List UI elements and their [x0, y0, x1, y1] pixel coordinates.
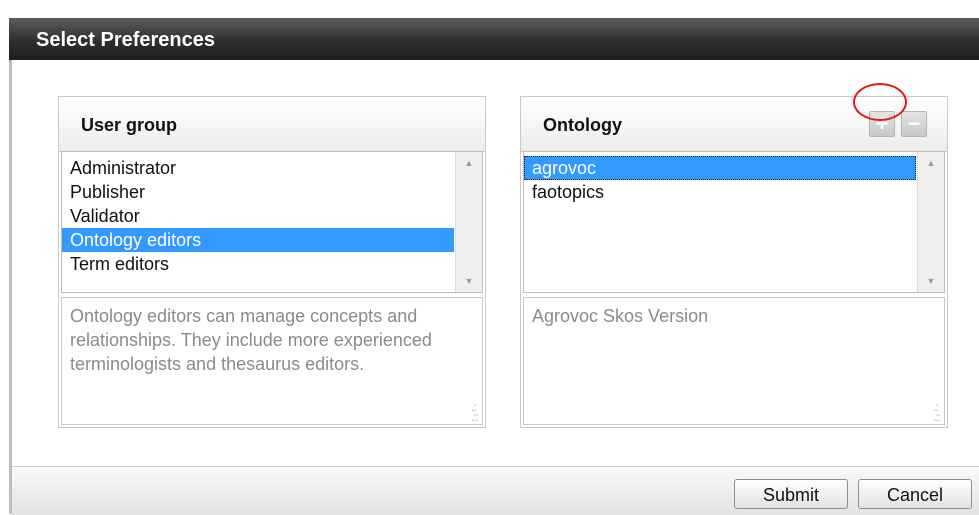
ontology-panel: Ontology + − agrovoc faotopics ▲ ▼ Agrov… [520, 96, 948, 428]
scroll-up-icon[interactable]: ▲ [918, 154, 944, 172]
user-group-panel: User group Administrator Publisher Valid… [58, 96, 486, 428]
scroll-up-icon[interactable]: ▲ [456, 154, 482, 172]
user-group-item-administrator[interactable]: Administrator [62, 156, 454, 180]
cancel-button[interactable]: Cancel [858, 479, 972, 509]
user-group-item-validator[interactable]: Validator [62, 204, 454, 228]
user-group-item-ontology-editors[interactable]: Ontology editors [62, 228, 454, 252]
highlight-circle-annotation [853, 83, 907, 121]
ontology-listbox[interactable]: agrovoc faotopics ▲ ▼ [523, 151, 945, 293]
user-group-item-publisher[interactable]: Publisher [62, 180, 454, 204]
ontology-scrollbar[interactable]: ▲ ▼ [917, 152, 944, 292]
remove-ontology-button[interactable]: − [901, 111, 927, 137]
user-group-header: User group [59, 97, 485, 152]
ontology-description[interactable]: Agrovoc Skos Version .:.:: [523, 297, 945, 425]
dialog-title: Select Preferences [36, 29, 216, 51]
submit-button[interactable]: Submit [734, 479, 848, 509]
ontology-description-text: Agrovoc Skos Version [532, 306, 709, 326]
user-group-description-text: Ontology editors can manage concepts and… [70, 306, 432, 374]
resize-grip-icon[interactable]: .:.:: [933, 401, 941, 423]
user-group-scrollbar[interactable]: ▲ ▼ [455, 152, 482, 292]
resize-grip-icon[interactable]: .:.:: [471, 401, 479, 423]
ontology-item-faotopics[interactable]: faotopics [524, 180, 916, 204]
user-group-description[interactable]: Ontology editors can manage concepts and… [61, 297, 483, 425]
dialog-left-border [9, 60, 12, 514]
dialog-titlebar[interactable]: Select Preferences [9, 18, 979, 60]
ontology-title: Ontology [543, 115, 622, 135]
minus-icon: − [907, 111, 921, 136]
user-group-title: User group [81, 115, 178, 135]
ontology-item-agrovoc[interactable]: agrovoc [524, 156, 916, 180]
user-group-item-term-editors[interactable]: Term editors [62, 252, 454, 276]
scroll-down-icon[interactable]: ▼ [456, 272, 482, 290]
scroll-down-icon[interactable]: ▼ [918, 272, 944, 290]
user-group-listbox[interactable]: Administrator Publisher Validator Ontolo… [61, 151, 483, 293]
